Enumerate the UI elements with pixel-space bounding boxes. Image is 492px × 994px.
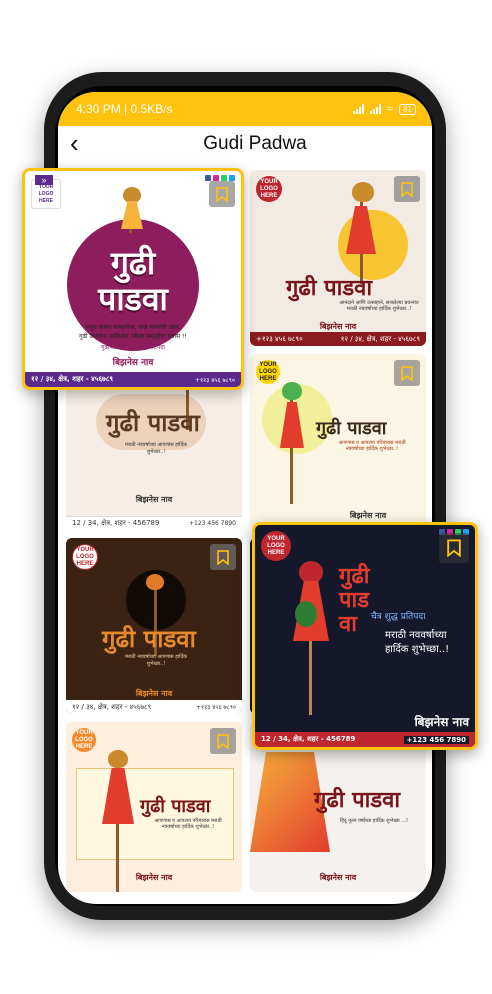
address-text: 12 / 34, क्षेत्र, शहर - 456789 [261, 735, 356, 743]
template-wish: मराठी नववर्षाच्या आपणांस हार्दिक शुभेच्छ… [125, 442, 187, 455]
bookmark-icon [447, 539, 461, 557]
featured-heading-line2: पाडवा [98, 280, 168, 318]
logo-badge: YOUR LOGO HERE [261, 531, 291, 561]
template-heading: गुढी पाडवा [106, 409, 200, 437]
status-time: 4:30 PM | 0.5KB/s [76, 102, 173, 116]
logo-badge: YOUR LOGO HERE [72, 728, 96, 752]
bookmark-button[interactable] [394, 360, 420, 386]
phone-text: +123 456 7890 [403, 735, 469, 744]
business-name: बिझनेस नाव [135, 873, 173, 882]
logo-badge: YOUR LOGO HERE [256, 360, 280, 384]
featured-tithi: चैत्र शुद्ध प्रतिपदा [371, 612, 426, 622]
template-heading: गुढी पाडवा [314, 788, 401, 813]
business-name: बिझनेस नाव [135, 689, 173, 698]
address-text: १२ / ३४, क्षेत्र, शहर - ४५६७८९ [31, 375, 114, 383]
featured-wish-line1: जपून वारसा संस्कृतीचा, राख परंपरेची आस, [85, 324, 181, 331]
featured-wish-line2: हार्दिक शुभेच्छा..! [385, 644, 450, 655]
bookmark-button[interactable] [209, 181, 235, 207]
bookmark-button[interactable] [439, 533, 469, 563]
chevron-left-icon[interactable]: ‹ [70, 130, 79, 156]
address-text: १२ / ३४, क्षेत्र, शहर - ४५६७८९ [72, 702, 152, 711]
business-name: बिझनेस नाव [135, 495, 173, 504]
business-name: बिझनेस नाव [319, 873, 357, 882]
signal-icon [353, 104, 365, 114]
template-wish: आनंदाने आणि उत्साहाने, सजलेल्या प्रयत्ना… [339, 300, 419, 312]
business-name: बिझनेस नाव [349, 511, 387, 520]
bookmark-icon [216, 186, 228, 202]
business-name: बिझनेस नाव [112, 358, 154, 368]
app-bar: ‹ Gudi Padwa [58, 126, 432, 162]
bookmark-icon [217, 549, 229, 565]
status-bar: 4:30 PM | 0.5KB/s ≈ 81 [58, 92, 432, 126]
logo-badge: YOUR LOGO HERE [256, 176, 282, 202]
bookmark-icon [401, 365, 413, 381]
phone-text: +१२३ ४५६ ७८९० [194, 376, 235, 384]
template-wish: आपणास व आपल्या परिवारास मराठी नववर्षाच्य… [338, 440, 406, 452]
signal-icon-2 [370, 104, 382, 114]
template-wish: मराठी नववर्षाच्या आपणांस हार्दिक शुभेच्छ… [125, 654, 187, 667]
chevron-right-icon: » [35, 175, 53, 185]
featured-tagline: गुढीपाडवा । चैत्र शुद्ध प्रतिपदा [101, 344, 165, 351]
business-name: बिझनेस नाव [414, 715, 469, 729]
logo-badge: YOUR LOGO HERE [72, 544, 98, 570]
featured-wish-line1: मराठी नववर्षाच्या [385, 630, 447, 641]
template-heading: गुढी पाडवा [102, 625, 196, 653]
template-card[interactable]: YOUR LOGO HERE गुढी पाडवा आनंदाने आणि उत… [250, 170, 426, 346]
template-heading: गुढी पाडवा [140, 796, 211, 817]
featured-wish-line2: गुढी उभारून आशिर्वाद, सौख्य समृद्धीचा प्… [79, 333, 187, 340]
featured-template-card[interactable]: YOUR LOGO HERE » गुढी पाडवा जपून वारसा स… [22, 168, 244, 390]
phone-text: +१२३ ४५६ ७८९० [256, 334, 303, 343]
template-heading: गुढी पाडवा [316, 418, 387, 439]
template-card[interactable]: YOUR LOGO HERE गुढी पाडवा आपणास व आपल्या… [250, 354, 426, 530]
page-title: Gudi Padwa [203, 133, 307, 154]
template-wish: हिंदू नूतन वर्षाच्या हार्दिक शुभेच्छा ..… [339, 818, 409, 824]
phone-text: +123 456 7890 [188, 520, 236, 527]
bookmark-button[interactable] [210, 544, 236, 570]
address-text: १२ / ३४, क्षेत्र, शहर - ४५६७८९ [340, 334, 420, 343]
template-wish: आपणास व आपल्या परिवारास मराठी नववर्षाच्य… [154, 818, 222, 830]
template-card[interactable]: YOUR LOGO HERE गुढी पाडवा मराठी नववर्षाच… [66, 538, 242, 714]
address-text: 12 / 34, क्षेत्र, शहर - 456789 [72, 519, 160, 527]
battery-icon: 81 [399, 103, 416, 115]
bookmark-icon [401, 181, 413, 197]
business-name: बिझनेस नाव [319, 321, 357, 331]
bookmark-icon [217, 733, 229, 749]
bookmark-button[interactable] [394, 176, 420, 202]
template-card[interactable]: YOUR LOGO HERE गुढी पाडवा आपणास व आपल्या… [66, 722, 242, 892]
featured-template-card[interactable]: YOUR LOGO HERE गुढीपाडवा चैत्र शुद्ध प्र… [252, 522, 478, 750]
featured-heading: गुढीपाडवा [339, 564, 370, 637]
wifi-icon: ≈ [387, 103, 394, 115]
template-heading: गुढी पाडवा [286, 276, 373, 301]
bookmark-button[interactable] [210, 728, 236, 754]
phone-text: +१२३ ४५६ ७८९० [195, 704, 236, 711]
